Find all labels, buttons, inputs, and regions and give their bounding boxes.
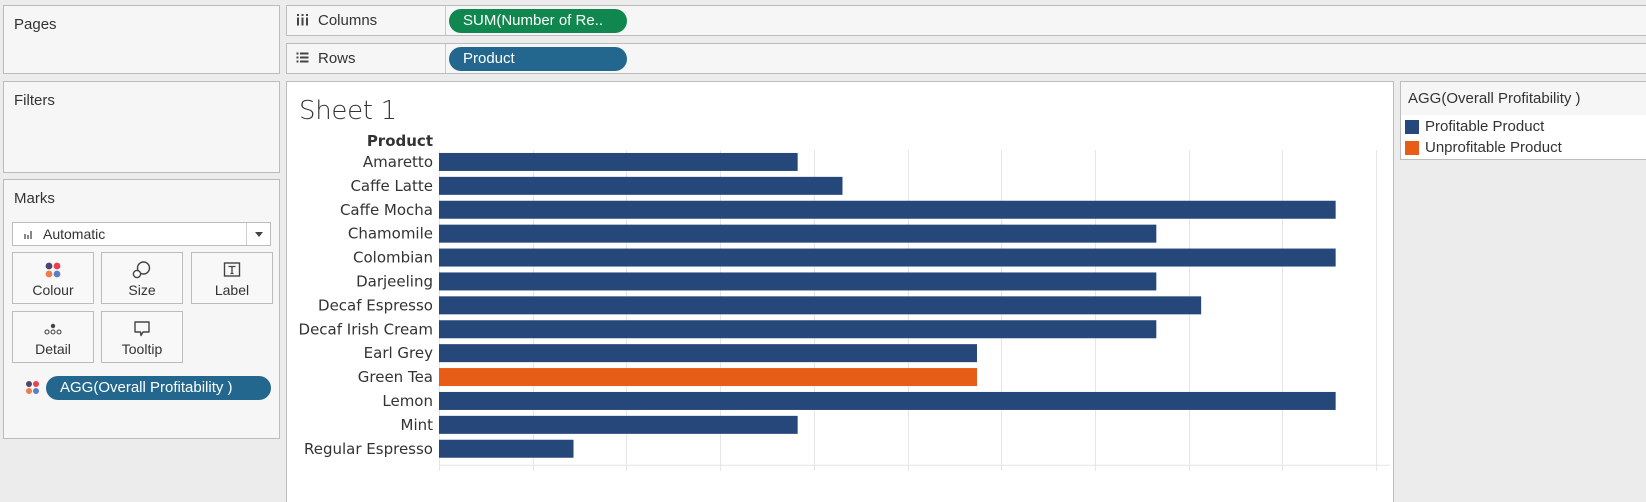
- category-label[interactable]: Caffe Latte: [350, 177, 433, 195]
- sheet-view: Sheet 1 Product Amaretto Caffe Latte Caffe…: [286, 81, 1394, 502]
- category-label[interactable]: Amaretto: [363, 153, 433, 171]
- tooltip-icon: [132, 320, 152, 338]
- detail-icon: [43, 320, 63, 338]
- size-button[interactable]: Size: [101, 252, 183, 304]
- rows-shelf-label: Rows: [287, 44, 446, 73]
- rows-shelf[interactable]: Rows Product: [286, 43, 1646, 74]
- category-labels: Amaretto Caffe Latte Caffe Mocha Chamomile C…: [299, 153, 434, 458]
- colour-legend: AGG(Overall Profitability ) Profitable P…: [1400, 81, 1646, 160]
- bar-darjeeling[interactable]: [439, 272, 1157, 291]
- columns-shelf-label: Columns: [287, 6, 446, 35]
- bar-chart-icon: [24, 231, 34, 239]
- bar-decaf-espresso[interactable]: [439, 296, 1202, 315]
- filters-title: Filters: [14, 92, 55, 109]
- marks-card: Marks Automatic Colour Size Label Detail…: [3, 179, 280, 439]
- bars: [439, 152, 1336, 458]
- category-label[interactable]: Earl Grey: [364, 344, 433, 362]
- columns-shelf[interactable]: Columns SUM(Number of Re..: [286, 5, 1646, 36]
- tooltip-button[interactable]: Tooltip: [101, 311, 183, 363]
- bar-regular-espresso[interactable]: [439, 439, 574, 458]
- rows-icon: [296, 51, 309, 64]
- category-label[interactable]: Regular Espresso: [304, 440, 433, 458]
- bar-chart: Product Amaretto Caffe Latte Caffe Mocha Ch…: [299, 132, 1390, 471]
- bar-green-tea[interactable]: [439, 368, 977, 387]
- bar-colombian[interactable]: [439, 248, 1336, 267]
- size-icon: [132, 261, 152, 279]
- rows-label: Rows: [318, 50, 356, 67]
- tooltip-label: Tooltip: [121, 341, 163, 357]
- category-label[interactable]: Decaf Irish Cream: [299, 320, 433, 338]
- bar-lemon[interactable]: [439, 391, 1336, 410]
- label-button[interactable]: Label: [191, 252, 273, 304]
- legend-title: AGG(Overall Profitability ): [1401, 82, 1646, 115]
- category-label[interactable]: Caffe Mocha: [340, 201, 433, 219]
- bar-caffe-latte[interactable]: [439, 176, 843, 195]
- detail-label: Detail: [35, 341, 71, 357]
- size-label: Size: [128, 282, 156, 298]
- category-label[interactable]: Darjeeling: [356, 272, 433, 290]
- legend-label-unprofitable: Unprofitable Product: [1425, 139, 1562, 156]
- colour-icon: [26, 381, 40, 395]
- bar-caffe-mocha[interactable]: [439, 200, 1336, 219]
- columns-label: Columns: [318, 12, 378, 29]
- filters-card[interactable]: Filters: [3, 81, 280, 173]
- pages-title: Pages: [14, 16, 57, 33]
- legend-swatch-unprofitable: [1405, 141, 1419, 155]
- category-label[interactable]: Colombian: [353, 249, 433, 267]
- bar-amaretto[interactable]: [439, 152, 798, 171]
- category-label[interactable]: Green Tea: [358, 368, 433, 386]
- columns-icon: [296, 13, 309, 26]
- bar-chamomile[interactable]: [439, 224, 1157, 243]
- legend-label-profitable: Profitable Product: [1425, 118, 1545, 135]
- label-label: Label: [214, 282, 250, 298]
- category-label[interactable]: Lemon: [382, 392, 433, 410]
- detail-button[interactable]: Detail: [12, 311, 94, 363]
- label-icon: [222, 261, 242, 279]
- pages-card[interactable]: Pages: [3, 5, 280, 74]
- legend-swatch-profitable: [1405, 120, 1419, 134]
- rows-dimension-pill[interactable]: Product: [449, 47, 627, 71]
- colour-label: Colour: [32, 282, 74, 298]
- profitability-field-pill[interactable]: AGG(Overall Profitability ): [46, 376, 271, 400]
- bar-mint[interactable]: [439, 415, 798, 434]
- mark-type-dropdown[interactable]: Automatic: [12, 222, 271, 246]
- category-label[interactable]: Mint: [401, 416, 434, 434]
- category-label[interactable]: Decaf Espresso: [318, 296, 433, 314]
- bar-earl-grey[interactable]: [439, 344, 977, 363]
- columns-measure-pill[interactable]: SUM(Number of Re..: [449, 9, 627, 33]
- bar-decaf-irish-cream[interactable]: [439, 320, 1157, 339]
- chevron-down-icon[interactable]: [246, 223, 270, 245]
- colour-button[interactable]: Colour: [12, 252, 94, 304]
- row-header-product: Product: [367, 132, 433, 150]
- category-label[interactable]: Chamomile: [348, 225, 433, 243]
- mark-type-label: Automatic: [43, 226, 106, 242]
- colour-icon: [43, 261, 63, 279]
- marks-title: Marks: [14, 190, 55, 207]
